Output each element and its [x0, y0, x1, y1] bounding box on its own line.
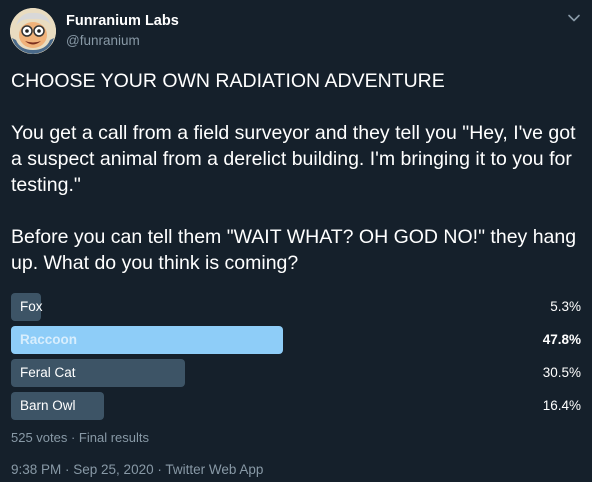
poll-option-percent: 5.3% [550, 299, 581, 314]
poll-option: Raccoon 47.8% [11, 326, 581, 354]
poll-option: Feral Cat 30.5% [11, 359, 581, 387]
poll-option-label: Fox [20, 299, 43, 314]
poll-option-percent: 30.5% [542, 365, 581, 380]
display-name[interactable]: Funranium Labs [66, 12, 179, 30]
poll-option: Barn Owl 16.4% [11, 392, 581, 420]
poll-option: Fox 5.3% [11, 293, 581, 321]
poll-meta: 525 votes · Final results [11, 430, 150, 445]
poll-option-label: Feral Cat [20, 365, 76, 380]
poll-option-percent: 47.8% [542, 332, 581, 347]
cartoon-scientist-avatar-icon [10, 8, 56, 54]
poll-option-percent: 16.4% [542, 398, 581, 413]
user-info: Funranium Labs @funranium [66, 12, 179, 50]
tweet-timestamp[interactable]: 9:38 PM · Sep 25, 2020 · Twitter Web App [11, 462, 263, 477]
avatar[interactable] [10, 8, 56, 54]
tweet-text: CHOOSE YOUR OWN RADIATION ADVENTURE You … [11, 70, 577, 274]
poll-option-label: Barn Owl [20, 398, 76, 413]
chevron-down-icon[interactable] [566, 10, 582, 26]
user-handle[interactable]: @funranium [66, 32, 179, 50]
tweet-header: Funranium Labs @funranium [10, 8, 582, 56]
poll: Fox 5.3% Raccoon 47.8% Feral Cat 30.5% B… [11, 293, 581, 425]
poll-option-label: Raccoon [20, 332, 78, 347]
